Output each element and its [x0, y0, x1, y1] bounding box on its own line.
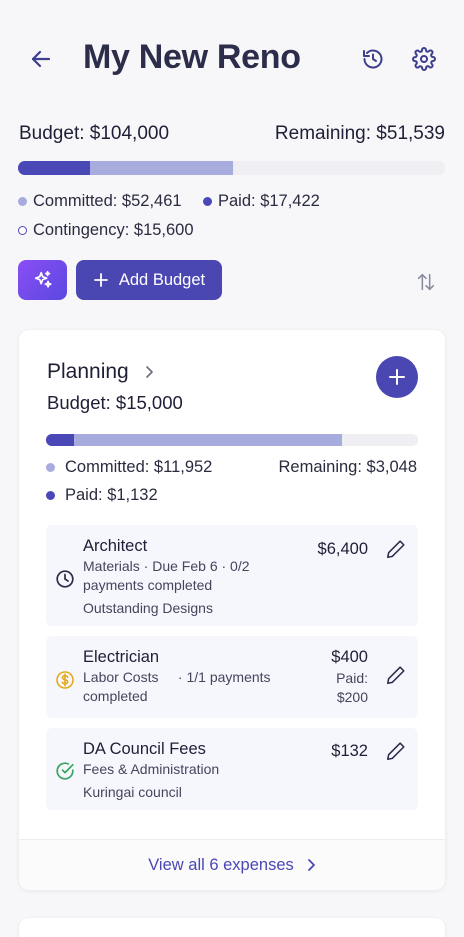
sort-button[interactable] [412, 268, 440, 296]
category-card-next [19, 918, 445, 937]
expense-name: Architect [83, 537, 148, 555]
category-budget: Budget: $15,000 [47, 392, 183, 413]
expense-name: Electrician [83, 648, 160, 666]
committed-dot [46, 463, 55, 472]
plus-icon [93, 273, 108, 287]
expense-note: Outstanding Designs [83, 600, 213, 616]
paid-segment [46, 434, 74, 446]
expense-meta-line: completed [83, 688, 148, 704]
expense-meta-line: Materials · Due Feb 6 · 0/2 [83, 558, 250, 574]
plus-icon [389, 369, 405, 385]
committed-amount: Committed: $52,461 [33, 192, 182, 210]
history-icon [363, 49, 383, 69]
gear-icon [412, 47, 436, 71]
expense-amount: $6,400 [317, 540, 368, 558]
clock-icon [56, 570, 74, 588]
settings-button[interactable] [409, 44, 439, 74]
chevron-right-icon [307, 859, 315, 871]
check-circle-icon [56, 762, 74, 780]
category-paid: Paid: $1,132 [65, 486, 158, 504]
legend-contingency: Contingency: $15,600 [18, 221, 194, 240]
pencil-icon[interactable] [385, 664, 407, 686]
category-card-planning: Planning Budget: $15,000 Committed: $11,… [19, 330, 445, 890]
expense-name: DA Council Fees [83, 740, 206, 758]
add-expense-button[interactable] [376, 356, 418, 398]
ai-assist-button[interactable] [18, 260, 67, 300]
budget-progress-bar [18, 161, 445, 175]
category-remaining-text: Remaining: $3,048 [278, 458, 417, 476]
expense-note: Kuringai council [83, 784, 182, 800]
arrow-left-icon [31, 50, 51, 68]
category-remaining: Remaining: $3,048 [278, 458, 417, 477]
history-button[interactable] [358, 44, 388, 74]
add-budget-button[interactable]: Add Budget [76, 260, 222, 300]
expense-amount: $132 [331, 742, 368, 760]
paid-amount: Paid: $17,422 [218, 192, 320, 210]
category-title-link[interactable]: Planning [47, 360, 155, 384]
category-legend-paid: Paid: $1,132 [46, 486, 158, 505]
pencil-icon[interactable] [385, 538, 407, 560]
page-title: My New Reno [83, 38, 301, 76]
total-budget: Budget: $104,000 [19, 123, 170, 144]
contingency-dot [18, 226, 27, 235]
category-title: Planning [47, 360, 129, 383]
legend-paid: Paid: $17,422 [203, 192, 320, 211]
expense-meta: Fees & Administration [83, 761, 220, 777]
expense-item-architect[interactable]: Architect Materials · Due Feb 6 · 0/2 pa… [46, 525, 418, 626]
view-all-label: View all 6 expenses [148, 855, 294, 874]
expense-meta-line: Labor Costs · 1/1 payments [83, 669, 271, 685]
sparkles-icon [34, 270, 52, 288]
contingency-amount: Contingency: $15,600 [33, 221, 194, 239]
paid-dot [46, 491, 55, 500]
expense-paid-label: Paid: [336, 670, 368, 686]
expense-meta: Materials · Due Feb 6 · 0/2 payments com… [83, 557, 250, 595]
paid-segment [18, 161, 90, 175]
paid-dot [203, 197, 212, 206]
expense-amount: $400 [331, 648, 368, 666]
category-legend-committed: Committed: $11,952 [46, 458, 212, 477]
expense-item-electrician[interactable]: Electrician Labor Costs · 1/1 payments c… [46, 636, 418, 718]
category-committed: Committed: $11,952 [65, 458, 213, 476]
expense-paid-amount: $200 [336, 689, 368, 705]
expense-paid: Paid: $200 [336, 669, 368, 707]
budget-summary: Budget: $104,000 Remaining: $51,539 [19, 123, 445, 145]
dollar-circle-icon [56, 671, 74, 689]
add-budget-label: Add Budget [118, 270, 206, 289]
category-progress-bar [46, 434, 418, 446]
total-remaining: Remaining: $51,539 [274, 123, 445, 144]
expense-item-da-council-fees[interactable]: DA Council Fees Fees & Administration Ku… [46, 728, 418, 810]
chevron-right-icon [145, 366, 153, 378]
committed-segment [46, 434, 343, 446]
app-header: My New Reno [0, 0, 464, 120]
pencil-icon[interactable] [385, 740, 407, 762]
view-all-expenses-link[interactable]: View all 6 expenses [19, 839, 445, 890]
expense-meta-line: payments completed [83, 577, 213, 593]
back-button[interactable] [26, 44, 56, 74]
sort-arrows-icon [417, 273, 435, 291]
legend-committed: Committed: $52,461 [18, 192, 182, 211]
expense-meta: Labor Costs · 1/1 payments completed [83, 668, 271, 706]
committed-dot [18, 197, 27, 206]
